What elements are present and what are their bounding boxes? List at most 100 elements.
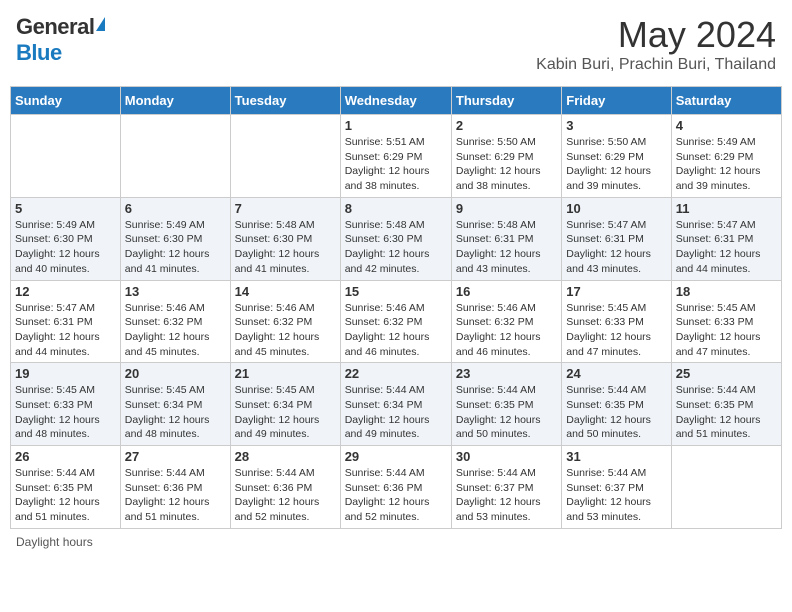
header-day-saturday: Saturday [671,87,781,115]
header-day-monday: Monday [120,87,230,115]
day-info: Sunrise: 5:48 AM Sunset: 6:30 PM Dayligh… [235,218,336,277]
main-title: May 2024 [536,14,776,56]
day-info: Sunrise: 5:51 AM Sunset: 6:29 PM Dayligh… [345,135,447,194]
day-info: Sunrise: 5:45 AM Sunset: 6:34 PM Dayligh… [235,383,336,442]
week-row-1: 5 Sunrise: 5:49 AM Sunset: 6:30 PM Daylig… [11,197,782,280]
calendar-cell: 17 Sunrise: 5:45 AM Sunset: 6:33 PM Dayli… [562,280,671,363]
day-info: Sunrise: 5:44 AM Sunset: 6:37 PM Dayligh… [566,466,666,525]
calendar-cell [11,115,121,198]
day-number: 10 [566,201,666,216]
day-number: 9 [456,201,557,216]
logo-triangle-icon [96,17,105,31]
day-number: 26 [15,449,116,464]
day-info: Sunrise: 5:44 AM Sunset: 6:35 PM Dayligh… [676,383,777,442]
day-number: 17 [566,284,666,299]
calendar-cell: 14 Sunrise: 5:46 AM Sunset: 6:32 PM Dayli… [230,280,340,363]
day-number: 2 [456,118,557,133]
day-number: 31 [566,449,666,464]
calendar-cell: 25Sunrise: 5:44 AM Sunset: 6:35 PM Dayli… [671,363,781,446]
sub-title: Kabin Buri, Prachin Buri, Thailand [536,56,776,74]
day-info: Sunrise: 5:47 AM Sunset: 6:31 PM Dayligh… [15,301,116,360]
calendar-cell [120,115,230,198]
day-info: Sunrise: 5:44 AM Sunset: 6:35 PM Dayligh… [15,466,116,525]
calendar-cell: 18Sunrise: 5:45 AM Sunset: 6:33 PM Dayli… [671,280,781,363]
day-number: 8 [345,201,447,216]
day-number: 29 [345,449,447,464]
calendar-cell: 9 Sunrise: 5:48 AM Sunset: 6:31 PM Daylig… [451,197,561,280]
day-info: Sunrise: 5:44 AM Sunset: 6:35 PM Dayligh… [566,383,666,442]
day-number: 15 [345,284,447,299]
day-info: Sunrise: 5:45 AM Sunset: 6:33 PM Dayligh… [676,301,777,360]
week-row-4: 26 Sunrise: 5:44 AM Sunset: 6:35 PM Dayli… [11,446,782,529]
title-area: May 2024 Kabin Buri, Prachin Buri, Thail… [536,14,776,74]
day-number: 12 [15,284,116,299]
day-number: 30 [456,449,557,464]
day-info: Sunrise: 5:44 AM Sunset: 6:37 PM Dayligh… [456,466,557,525]
calendar-cell: 6Sunrise: 5:49 AM Sunset: 6:30 PM Daylig… [120,197,230,280]
day-number: 19 [15,366,116,381]
calendar-cell: 1 Sunrise: 5:51 AM Sunset: 6:29 PM Daylig… [340,115,451,198]
day-info: Sunrise: 5:46 AM Sunset: 6:32 PM Dayligh… [456,301,557,360]
calendar-cell: 28Sunrise: 5:44 AM Sunset: 6:36 PM Dayli… [230,446,340,529]
day-info: Sunrise: 5:44 AM Sunset: 6:35 PM Dayligh… [456,383,557,442]
calendar-cell: 15 Sunrise: 5:46 AM Sunset: 6:32 PM Dayli… [340,280,451,363]
day-number: 13 [125,284,226,299]
calendar-header: SundayMondayTuesdayWednesdayThursdayFrid… [11,87,782,115]
day-info: Sunrise: 5:47 AM Sunset: 6:31 PM Dayligh… [566,218,666,277]
calendar-cell: 27 Sunrise: 5:44 AM Sunset: 6:36 PM Dayli… [120,446,230,529]
day-number: 1 [345,118,447,133]
calendar-table: SundayMondayTuesdayWednesdayThursdayFrid… [10,86,782,529]
day-info: Sunrise: 5:46 AM Sunset: 6:32 PM Dayligh… [235,301,336,360]
calendar-cell: 16 Sunrise: 5:46 AM Sunset: 6:32 PM Dayli… [451,280,561,363]
footer-note: Daylight hours [10,535,782,549]
day-info: Sunrise: 5:47 AM Sunset: 6:31 PM Dayligh… [676,218,777,277]
day-info: Sunrise: 5:48 AM Sunset: 6:31 PM Dayligh… [456,218,557,277]
calendar-cell [230,115,340,198]
calendar-cell: 5 Sunrise: 5:49 AM Sunset: 6:30 PM Daylig… [11,197,121,280]
week-row-2: 12 Sunrise: 5:47 AM Sunset: 6:31 PM Dayli… [11,280,782,363]
day-info: Sunrise: 5:46 AM Sunset: 6:32 PM Dayligh… [345,301,447,360]
day-info: Sunrise: 5:49 AM Sunset: 6:29 PM Dayligh… [676,135,777,194]
day-info: Sunrise: 5:44 AM Sunset: 6:36 PM Dayligh… [235,466,336,525]
day-number: 24 [566,366,666,381]
calendar-cell: 29 Sunrise: 5:44 AM Sunset: 6:36 PM Dayli… [340,446,451,529]
day-number: 14 [235,284,336,299]
day-number: 23 [456,366,557,381]
calendar-cell: 31 Sunrise: 5:44 AM Sunset: 6:37 PM Dayli… [562,446,671,529]
day-info: Sunrise: 5:44 AM Sunset: 6:36 PM Dayligh… [345,466,447,525]
day-info: Sunrise: 5:49 AM Sunset: 6:30 PM Dayligh… [125,218,226,277]
day-info: Sunrise: 5:50 AM Sunset: 6:29 PM Dayligh… [566,135,666,194]
day-info: Sunrise: 5:44 AM Sunset: 6:34 PM Dayligh… [345,383,447,442]
day-number: 11 [676,201,777,216]
day-number: 20 [125,366,226,381]
header: General Blue May 2024 Kabin Buri, Prachi… [10,10,782,78]
day-number: 4 [676,118,777,133]
logo-general: General [16,14,94,40]
day-info: Sunrise: 5:49 AM Sunset: 6:30 PM Dayligh… [15,218,116,277]
day-info: Sunrise: 5:50 AM Sunset: 6:29 PM Dayligh… [456,135,557,194]
day-info: Sunrise: 5:48 AM Sunset: 6:30 PM Dayligh… [345,218,447,277]
day-info: Sunrise: 5:44 AM Sunset: 6:36 PM Dayligh… [125,466,226,525]
day-number: 27 [125,449,226,464]
day-info: Sunrise: 5:45 AM Sunset: 6:33 PM Dayligh… [15,383,116,442]
header-day-wednesday: Wednesday [340,87,451,115]
calendar-cell: 24 Sunrise: 5:44 AM Sunset: 6:35 PM Dayli… [562,363,671,446]
calendar-cell: 19 Sunrise: 5:45 AM Sunset: 6:33 PM Dayli… [11,363,121,446]
calendar-cell: 7 Sunrise: 5:48 AM Sunset: 6:30 PM Daylig… [230,197,340,280]
day-info: Sunrise: 5:45 AM Sunset: 6:34 PM Dayligh… [125,383,226,442]
logo: General Blue [16,14,105,66]
day-info: Sunrise: 5:46 AM Sunset: 6:32 PM Dayligh… [125,301,226,360]
calendar-cell: 26 Sunrise: 5:44 AM Sunset: 6:35 PM Dayli… [11,446,121,529]
day-number: 22 [345,366,447,381]
day-number: 7 [235,201,336,216]
week-row-0: 1 Sunrise: 5:51 AM Sunset: 6:29 PM Daylig… [11,115,782,198]
calendar-cell: 12 Sunrise: 5:47 AM Sunset: 6:31 PM Dayli… [11,280,121,363]
calendar-cell: 21Sunrise: 5:45 AM Sunset: 6:34 PM Dayli… [230,363,340,446]
day-number: 16 [456,284,557,299]
day-info: Sunrise: 5:45 AM Sunset: 6:33 PM Dayligh… [566,301,666,360]
calendar-cell: 20 Sunrise: 5:45 AM Sunset: 6:34 PM Dayli… [120,363,230,446]
calendar-cell: 8 Sunrise: 5:48 AM Sunset: 6:30 PM Daylig… [340,197,451,280]
calendar-cell: 4 Sunrise: 5:49 AM Sunset: 6:29 PM Daylig… [671,115,781,198]
day-number: 5 [15,201,116,216]
header-day-sunday: Sunday [11,87,121,115]
